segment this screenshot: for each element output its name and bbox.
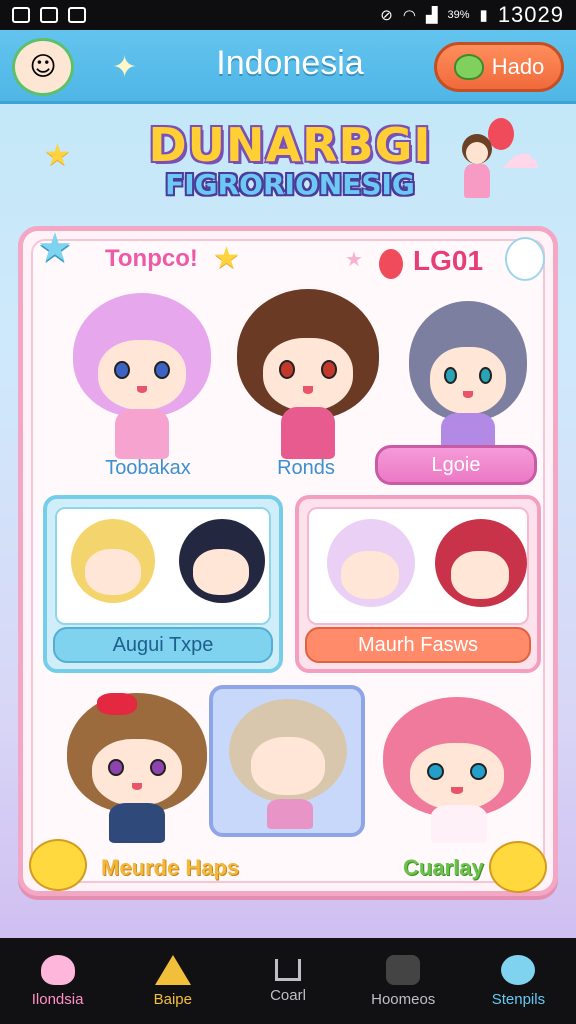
nav-item-hoomeos[interactable]: Hoomeos: [346, 938, 461, 1024]
character-card-selected[interactable]: [209, 685, 365, 837]
slime-icon: [501, 954, 536, 985]
chat-icon: [386, 954, 421, 985]
nav-item-coarl[interactable]: Coarl: [230, 938, 345, 1024]
image-icon: [40, 7, 58, 23]
card-frame: [307, 507, 529, 625]
signal-icon: ▟: [425, 7, 438, 24]
header-action-label: Hado: [491, 54, 545, 79]
select-lgoie-button[interactable]: Lgoie: [375, 445, 537, 485]
card-button-maurh[interactable]: Maurh Fasws: [305, 627, 531, 663]
character-lgoie[interactable]: [403, 301, 533, 461]
character-name-ronds: Ronds: [277, 457, 335, 479]
star-icon: ★: [44, 138, 71, 173]
bottom-label-right: Cuarlay: [403, 855, 484, 880]
battery-percent: 39%: [447, 9, 470, 21]
wifi-icon: ◠: [402, 7, 416, 24]
nav-label: Stenpils: [491, 990, 546, 1008]
nav-label: Ilondsia: [31, 990, 84, 1008]
character-card-augui[interactable]: Augui Txpe: [43, 495, 283, 673]
section-tag-left: Tonpco!: [105, 245, 198, 272]
logo-line-2: FIGRORIONESIG: [165, 168, 415, 201]
character-face-icon: ☺: [29, 52, 57, 82]
app-header: ☺ Indonesia Hado: [0, 30, 576, 104]
mute-icon: ⊘: [380, 7, 393, 24]
character-name-toobakax: Toobakax: [105, 457, 191, 479]
nav-item-stenpils[interactable]: Stenpils: [461, 938, 576, 1024]
dress-icon: [267, 799, 313, 829]
character-brown-bow[interactable]: [63, 693, 213, 843]
wand-star-icon: ★: [37, 225, 73, 271]
character-select-panel: ★ Tonpco! ★ ★ LG01 Toobakax Ronds Lgoie: [18, 225, 558, 896]
nav-item-baipe[interactable]: Baipe: [115, 938, 230, 1024]
clock: 13029: [497, 2, 564, 27]
nav-label: Hoomeos: [371, 990, 436, 1008]
nav-label: Baipe: [153, 990, 192, 1008]
pig-face-icon: [40, 954, 75, 985]
house-icon: [154, 954, 191, 985]
gallery-icon: [12, 7, 30, 23]
card-button-augui[interactable]: Augui Txpe: [53, 627, 273, 663]
frog-icon: [453, 54, 484, 80]
logo-line-1: DUNARBGI: [148, 118, 432, 172]
star-icon: ★: [213, 241, 240, 276]
character-toobakax[interactable]: [67, 293, 217, 459]
bottom-label-left: Meurde Haps: [101, 855, 240, 880]
bow-icon: [97, 693, 137, 715]
sparkle-icon: ✦: [112, 50, 138, 85]
character-pink-hair[interactable]: [379, 697, 535, 843]
character-card-maurh[interactable]: Maurh Fasws: [295, 495, 541, 673]
header-action-button[interactable]: Hado: [434, 42, 564, 92]
character-red-hair: [435, 519, 527, 607]
nav-label: Coarl: [270, 986, 306, 1004]
chick-mascot-icon: [29, 839, 87, 891]
cat-icon: [68, 7, 86, 23]
game-logo: DUNARBGI FIGRORIONESIG: [120, 118, 514, 222]
profile-avatar[interactable]: ☺: [12, 38, 74, 96]
bear-mascot-icon: [489, 841, 547, 893]
fairy-icon: [505, 237, 545, 281]
star-icon: ★: [345, 247, 363, 271]
character-blonde: [71, 519, 155, 603]
character-blonde-ash: [229, 699, 347, 803]
balloon-icon: [379, 249, 403, 279]
card-frame: [55, 507, 271, 625]
character-lilac-hair: [327, 519, 415, 607]
character-dark-hair: [179, 519, 265, 603]
section-tag-right: LG01: [413, 245, 484, 276]
page-title: Indonesia: [216, 44, 364, 82]
nav-item-home-character[interactable]: Ilondsia: [0, 938, 115, 1024]
status-bar: ⊘ ◠ ▟ 39% ▮ 13029: [0, 0, 576, 30]
home-outline-icon: [275, 958, 301, 981]
mascot-girl-icon: [452, 124, 500, 206]
character-ronds[interactable]: [231, 289, 385, 459]
battery-icon: ▮: [479, 7, 488, 24]
bottom-nav: Ilondsia Baipe Coarl Hoomeos Stenpils: [0, 938, 576, 1024]
